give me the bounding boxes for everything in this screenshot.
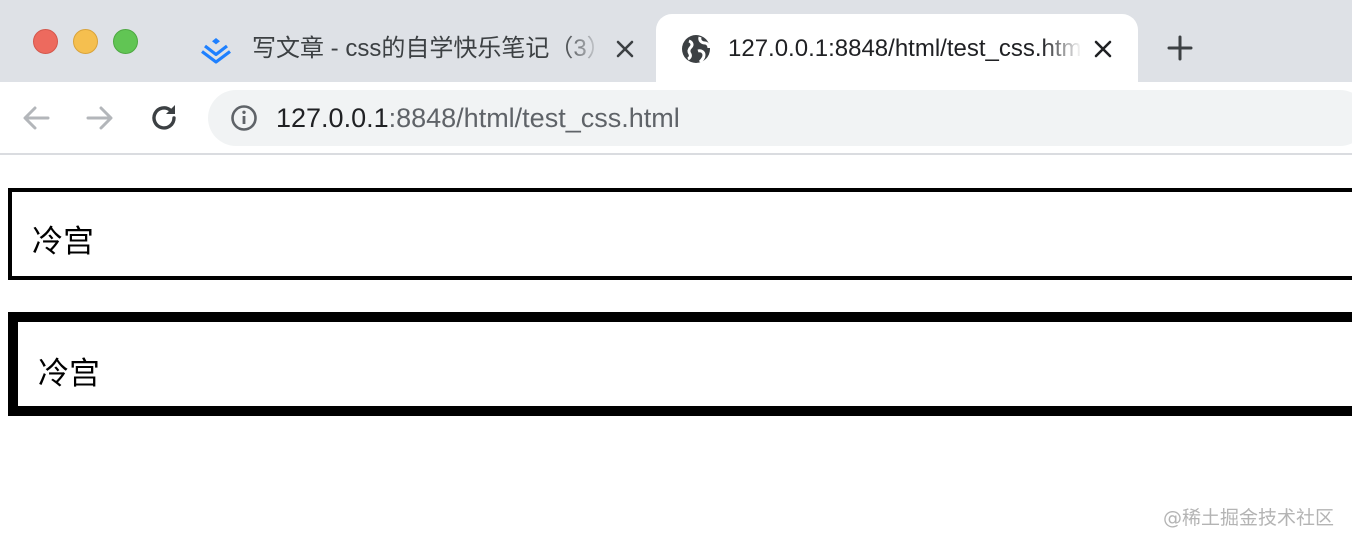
tab-title: 写文章 - css的自学快乐笔记（3） <box>252 32 602 66</box>
forward-button[interactable] <box>82 100 118 136</box>
url-path: :8848/html/test_css.html <box>388 103 680 133</box>
tab-juejin-editor[interactable]: 写文章 - css的自学快乐笔记（3） <box>180 14 656 82</box>
juejin-icon <box>201 38 231 64</box>
box-text: 冷宫 <box>38 356 100 392</box>
info-icon[interactable] <box>230 104 258 132</box>
reload-button[interactable] <box>146 100 182 136</box>
watermark: @稀土掘金技术社区 <box>1162 507 1334 529</box>
browser-window: 写文章 - css的自学快乐笔记（3） 127.0.0.1:8848/html/… <box>0 0 1352 546</box>
tab-close-icon[interactable] <box>612 36 638 62</box>
plus-icon <box>1167 35 1193 61</box>
tab-strip: 写文章 - css的自学快乐笔记（3） 127.0.0.1:8848/html/… <box>0 0 1352 82</box>
window-close-button[interactable] <box>33 29 58 54</box>
bordered-box-thin: 冷宫 <box>8 188 1352 280</box>
globe-icon <box>682 35 711 64</box>
tab-title-fade <box>1042 32 1082 66</box>
address-bar[interactable]: 127.0.0.1:8848/html/test_css.html <box>208 90 1352 146</box>
browser-toolbar: 127.0.0.1:8848/html/test_css.html <box>0 82 1352 155</box>
box-text: 冷宫 <box>32 224 94 260</box>
window-minimize-button[interactable] <box>73 29 98 54</box>
window-maximize-button[interactable] <box>113 29 138 54</box>
tab-title-fade <box>562 32 602 66</box>
address-url[interactable]: 127.0.0.1:8848/html/test_css.html <box>276 90 680 146</box>
bordered-box-thick: 冷宫 <box>8 312 1352 416</box>
tab-title: 127.0.0.1:8848/html/test_css.html <box>728 32 1082 66</box>
arrow-left-icon <box>23 106 50 130</box>
back-button[interactable] <box>18 100 54 136</box>
page-content: 冷宫 冷宫 @稀土掘金技术社区 <box>0 157 1352 546</box>
new-tab-button[interactable] <box>1162 30 1198 66</box>
reload-icon <box>152 105 176 130</box>
url-host: 127.0.0.1 <box>276 103 389 133</box>
tab-test-css[interactable]: 127.0.0.1:8848/html/test_css.html <box>656 14 1138 82</box>
arrow-right-icon <box>86 106 113 130</box>
tab-close-icon[interactable] <box>1090 36 1116 62</box>
